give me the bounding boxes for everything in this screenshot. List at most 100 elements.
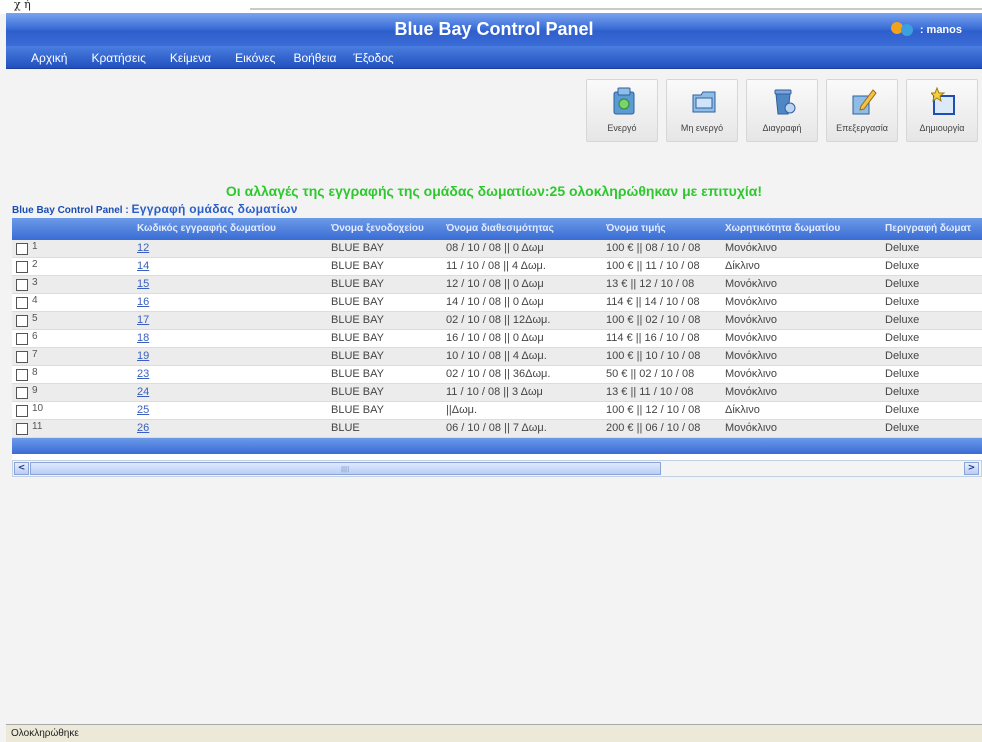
availability-name: 14 / 10 / 08 || 0 Δωμ [446,296,544,308]
table-row: 9 24 BLUE BAY 11 / 10 / 08 || 3 Δωμ 13 € || … [12,384,982,402]
room-code-link[interactable]: 24 [137,386,149,398]
room-capacity: Μονόκλινο [725,296,777,308]
price-name: 13 € || 11 / 10 / 08 [606,386,694,398]
status-bar: Ολοκληρώθηκε [6,724,982,742]
table-row: 6 18 BLUE BAY 16 / 10 / 08 || 0 Δωμ 114 € ||… [12,330,982,348]
menu-item-home[interactable]: Αρχική [31,46,67,68]
table-row: 2 14 BLUE BAY 11 / 10 / 08 || 4 Δωμ. 100 € |… [12,258,982,276]
room-capacity: Μονόκλινο [725,314,777,326]
table-row: 4 16 BLUE BAY 14 / 10 / 08 || 0 Δωμ 114 € ||… [12,294,982,312]
row-checkbox[interactable] [16,405,28,417]
room-capacity: Μονόκλινο [725,242,777,254]
scroll-right-button[interactable]: > [964,462,979,475]
hotel-name: BLUE BAY [331,242,384,254]
browser-page: χ ή Blue Bay Control Panel : manos Αρχικ… [0,0,982,742]
row-number: 10 [32,403,44,414]
row-checkbox[interactable] [16,387,28,399]
deactivate-label: Μη ενεργό [680,123,724,133]
menu-item-texts[interactable]: Κείμενα [170,46,211,68]
menu-item-images[interactable]: Εικόνες [235,46,275,68]
room-description: Deluxe [885,404,920,416]
recycle-bin-icon [774,89,796,115]
table-row: 10 25 BLUE BAY ||Δωμ. 100 € || 12 / 10 / 08 Δ… [12,402,982,420]
users-icon [889,22,917,38]
row-checkbox[interactable] [16,297,28,309]
room-code-link[interactable]: 23 [137,368,149,380]
availability-name: 06 / 10 / 08 || 7 Δωμ. [446,422,547,434]
row-checkbox[interactable] [16,423,28,435]
app-title: Blue Bay Control Panel [394,19,594,39]
menu-item-help[interactable]: Βοήθεια [293,46,336,68]
table-row: 3 15 BLUE BAY 12 / 10 / 08 || 0 Δωμ 13 € || … [12,276,982,294]
deactivate-button[interactable]: Μη ενεργό [666,79,738,142]
column-header-capacity[interactable]: Χωρητικότητα δωματίου [725,223,840,234]
breadcrumb-root[interactable]: Blue Bay Control Panel : [12,205,129,216]
row-checkbox[interactable] [16,243,28,255]
column-header-room-code[interactable]: Κωδικός εγγραφής δωματίου [137,223,276,234]
room-code-link[interactable]: 25 [137,404,149,416]
row-number: 9 [32,385,38,396]
scroll-thumb[interactable]: |||| [30,462,661,475]
create-label: Δημιουργία [919,123,965,133]
row-number: 5 [32,313,38,324]
availability-name: 10 / 10 / 08 || 4 Δωμ. [446,350,547,362]
hotel-name: BLUE BAY [331,260,384,272]
price-name: 114 € || 14 / 10 / 08 [606,296,700,308]
hotel-name: BLUE [331,422,360,434]
row-number: 1 [32,241,38,252]
delete-label: Διαγραφή [762,123,802,133]
breadcrumb: Blue Bay Control Panel : Εγγραφή ομάδας … [12,202,298,216]
row-checkbox[interactable] [16,315,28,327]
room-code-link[interactable]: 12 [137,242,149,254]
deactivate-icon [692,91,716,113]
availability-name: ||Δωμ. [446,404,478,416]
table-header: Κωδικός εγγραφής δωματίου Όνομα ξενοδοχε… [12,218,982,240]
hotel-name: BLUE BAY [331,404,384,416]
room-code-link[interactable]: 14 [137,260,149,272]
room-capacity: Μονόκλινο [725,386,777,398]
row-checkbox[interactable] [16,333,28,345]
room-code-link[interactable]: 18 [137,332,149,344]
column-header-price[interactable]: Όνομα τιμής [606,223,666,234]
row-number: 7 [32,349,38,360]
room-code-link[interactable]: 16 [137,296,149,308]
price-name: 100 € || 11 / 10 / 08 [606,260,700,272]
row-checkbox[interactable] [16,369,28,381]
hotel-name: BLUE BAY [331,332,384,344]
hotel-name: BLUE BAY [331,368,384,380]
horizontal-scrollbar[interactable]: < |||| > [12,460,982,477]
delete-button[interactable]: Διαγραφή [746,79,818,142]
main-content: Ενεργό Μη ενεργό Διαγραφή Επεξεργασία Δη… [6,69,982,724]
row-checkbox[interactable] [16,279,28,291]
price-name: 200 € || 06 / 10 / 08 [606,422,701,434]
menu-item-exit[interactable]: Έξοδος [353,46,393,68]
room-code-link[interactable]: 19 [137,350,149,362]
hotel-name: BLUE BAY [331,314,384,326]
room-code-link[interactable]: 26 [137,422,149,434]
room-capacity: Δίκλινο [725,404,760,416]
row-number: 6 [32,331,38,342]
room-description: Deluxe [885,260,920,272]
column-header-availability[interactable]: Όνομα διαθεσιμότητας [446,223,554,234]
edit-button[interactable]: Επεξεργασία [826,79,898,142]
activate-icon [613,87,635,115]
column-header-description[interactable]: Περιγραφή δωματ [885,223,971,234]
rooms-table: Κωδικός εγγραφής δωματίου Όνομα ξενοδοχε… [12,218,982,476]
row-number: 2 [32,259,38,270]
scroll-left-button[interactable]: < [14,462,29,475]
page-title: Εγγραφή ομάδας δωματίων [131,202,298,216]
new-folder-icon [931,86,955,115]
create-button[interactable]: Δημιουργία [906,79,978,142]
row-checkbox[interactable] [16,261,28,273]
room-description: Deluxe [885,386,920,398]
column-header-hotel[interactable]: Όνομα ξενοδοχείου [331,223,424,234]
activate-button[interactable]: Ενεργό [586,79,658,142]
row-checkbox[interactable] [16,351,28,363]
room-capacity: Μονόκλινο [725,368,777,380]
room-code-link[interactable]: 17 [137,314,149,326]
room-code-link[interactable]: 15 [137,278,149,290]
room-capacity: Δίκλινο [725,260,760,272]
menu-item-bookings[interactable]: Κρατήσεις [91,46,145,68]
row-number: 4 [32,295,38,306]
user-name: : manos [919,24,962,36]
